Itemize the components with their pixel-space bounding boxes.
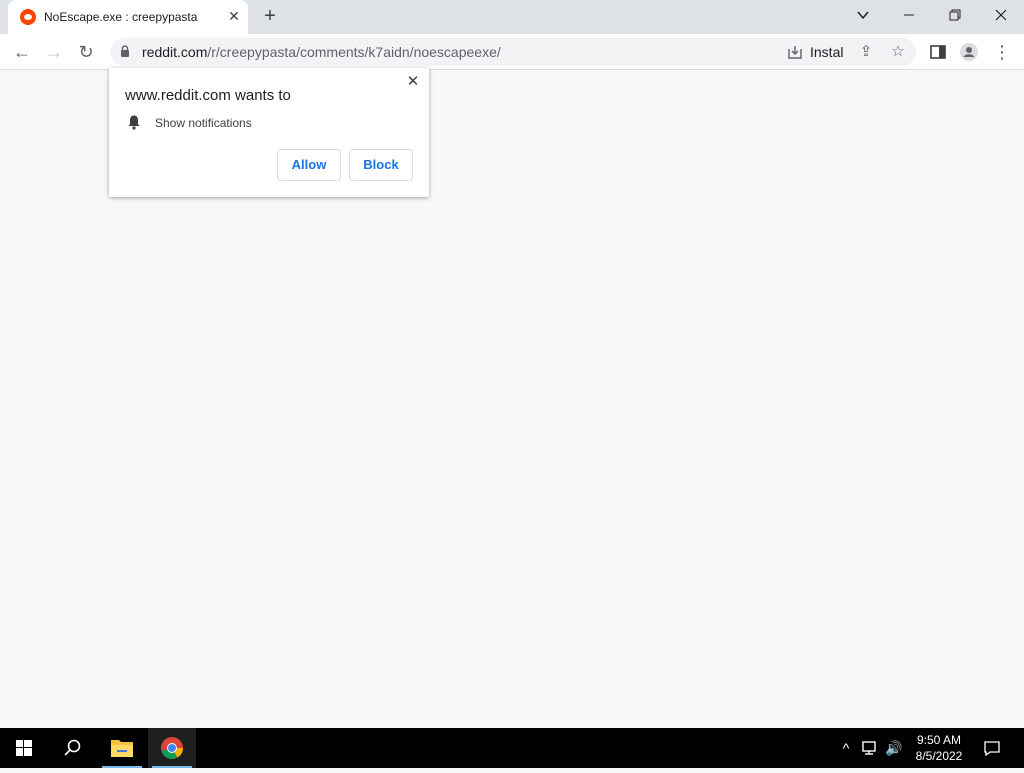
close-window-button[interactable] <box>978 0 1024 30</box>
restore-icon <box>949 9 961 21</box>
chrome-taskbar-button[interactable] <box>148 728 196 768</box>
back-button[interactable]: ← <box>10 40 34 64</box>
lock-icon[interactable] <box>120 45 130 58</box>
volume-icon[interactable]: 🔊 <box>884 738 904 758</box>
tab-title: NoEscape.exe : creepypasta <box>44 10 198 24</box>
chevron-up-icon[interactable]: ^ <box>836 738 856 758</box>
permission-description: Show notifications <box>155 116 252 130</box>
clock-date: 8/5/2022 <box>915 749 963 763</box>
browser-menu-icon[interactable]: ⋮ <box>990 40 1014 64</box>
file-explorer-button[interactable] <box>98 728 146 768</box>
windows-taskbar: ^ 🔊 9:50 AM 8/5/2022 <box>0 728 1024 768</box>
install-label: Instal <box>810 44 844 60</box>
new-tab-button[interactable]: + <box>260 6 280 26</box>
permission-title: www.reddit.com wants to <box>125 87 291 104</box>
close-icon[interactable]: ✕ <box>405 74 421 90</box>
windows-logo-icon <box>16 740 32 756</box>
system-clock[interactable]: 9:50 AM 8/5/2022 <box>906 732 972 764</box>
browser-titlebar: NoEscape.exe : creepypasta ✕ + <box>0 0 1024 34</box>
share-icon[interactable]: ⇪ <box>856 42 876 62</box>
action-center-icon[interactable] <box>982 738 1002 758</box>
url-text[interactable]: reddit.com/r/creepypasta/comments/k7aidn… <box>142 44 501 60</box>
close-icon <box>995 9 1007 21</box>
clock-time: 9:50 AM <box>916 733 962 747</box>
bookmark-star-icon[interactable]: ☆ <box>888 42 908 62</box>
folder-icon <box>111 740 133 757</box>
allow-button[interactable]: Allow <box>277 149 341 181</box>
install-icon <box>788 46 802 59</box>
minimize-icon <box>904 14 914 16</box>
chevron-down-icon <box>857 11 869 20</box>
network-icon[interactable] <box>860 738 880 758</box>
browser-tab[interactable]: NoEscape.exe : creepypasta ✕ <box>8 0 248 34</box>
forward-button[interactable]: → <box>42 40 66 64</box>
start-button[interactable] <box>0 728 48 768</box>
block-button[interactable]: Block <box>349 149 413 181</box>
minimize-button[interactable] <box>886 0 932 30</box>
tab-close-icon[interactable]: ✕ <box>226 8 242 24</box>
reddit-icon <box>20 9 36 25</box>
reload-button[interactable]: ↻ <box>74 40 98 64</box>
search-button[interactable] <box>48 728 96 768</box>
tab-search-button[interactable] <box>840 0 886 30</box>
restore-button[interactable] <box>932 0 978 30</box>
address-bar[interactable]: reddit.com/r/creepypasta/comments/k7aidn… <box>110 38 916 66</box>
url-path: /r/creepypasta/comments/k7aidn/noescapee… <box>207 44 501 60</box>
url-host: reddit.com <box>142 44 208 60</box>
notification-permission-dialog: www.reddit.com wants to ✕ Show notificat… <box>109 68 429 197</box>
profile-avatar-icon[interactable] <box>959 42 979 62</box>
chrome-icon <box>161 737 183 759</box>
bell-icon <box>128 115 140 130</box>
browser-toolbar: ← → ↻ reddit.com/r/creepypasta/comments/… <box>0 34 1024 70</box>
side-panel-icon[interactable] <box>928 42 948 62</box>
search-icon <box>64 739 81 756</box>
